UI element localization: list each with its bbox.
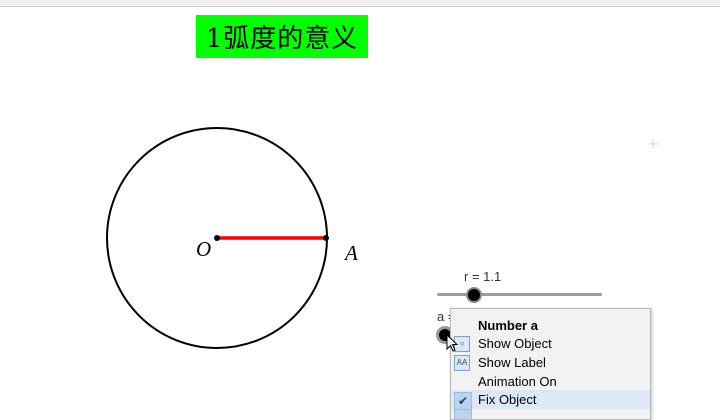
slider-r-label: r = 1.1 bbox=[464, 269, 502, 284]
context-menu-title: Number a bbox=[478, 318, 538, 333]
menu-item-animation-on[interactable]: Animation On bbox=[451, 372, 650, 391]
menu-item-show-object[interactable]: ○ Show Object bbox=[451, 334, 650, 353]
slider-r-track[interactable] bbox=[437, 293, 602, 296]
menu-item-fix-object[interactable]: ✔ Fix Object bbox=[451, 390, 650, 410]
menu-item-cut-off[interactable] bbox=[451, 409, 650, 419]
point-label: A bbox=[345, 241, 358, 265]
menu-item-label: Show Label bbox=[478, 355, 546, 370]
menu-item-label: Animation On bbox=[478, 374, 557, 389]
context-menu[interactable]: Number a ○ Show Object AA Show Label Ani… bbox=[450, 308, 651, 420]
faint-plus-icon: + bbox=[648, 134, 659, 154]
center-point[interactable] bbox=[214, 235, 220, 241]
mouse-cursor-icon bbox=[446, 334, 459, 352]
point-a[interactable] bbox=[323, 235, 329, 241]
menu-item-show-label[interactable]: AA Show Label bbox=[451, 353, 650, 372]
slider-r-knob[interactable] bbox=[466, 287, 482, 303]
check-icon: ✔ bbox=[454, 392, 472, 410]
menu-item-label: Show Object bbox=[478, 336, 552, 351]
partial-icon bbox=[454, 409, 472, 419]
center-label: O bbox=[196, 237, 212, 261]
menu-item-label: Fix Object bbox=[478, 392, 537, 407]
show-label-icon: AA bbox=[454, 355, 470, 371]
